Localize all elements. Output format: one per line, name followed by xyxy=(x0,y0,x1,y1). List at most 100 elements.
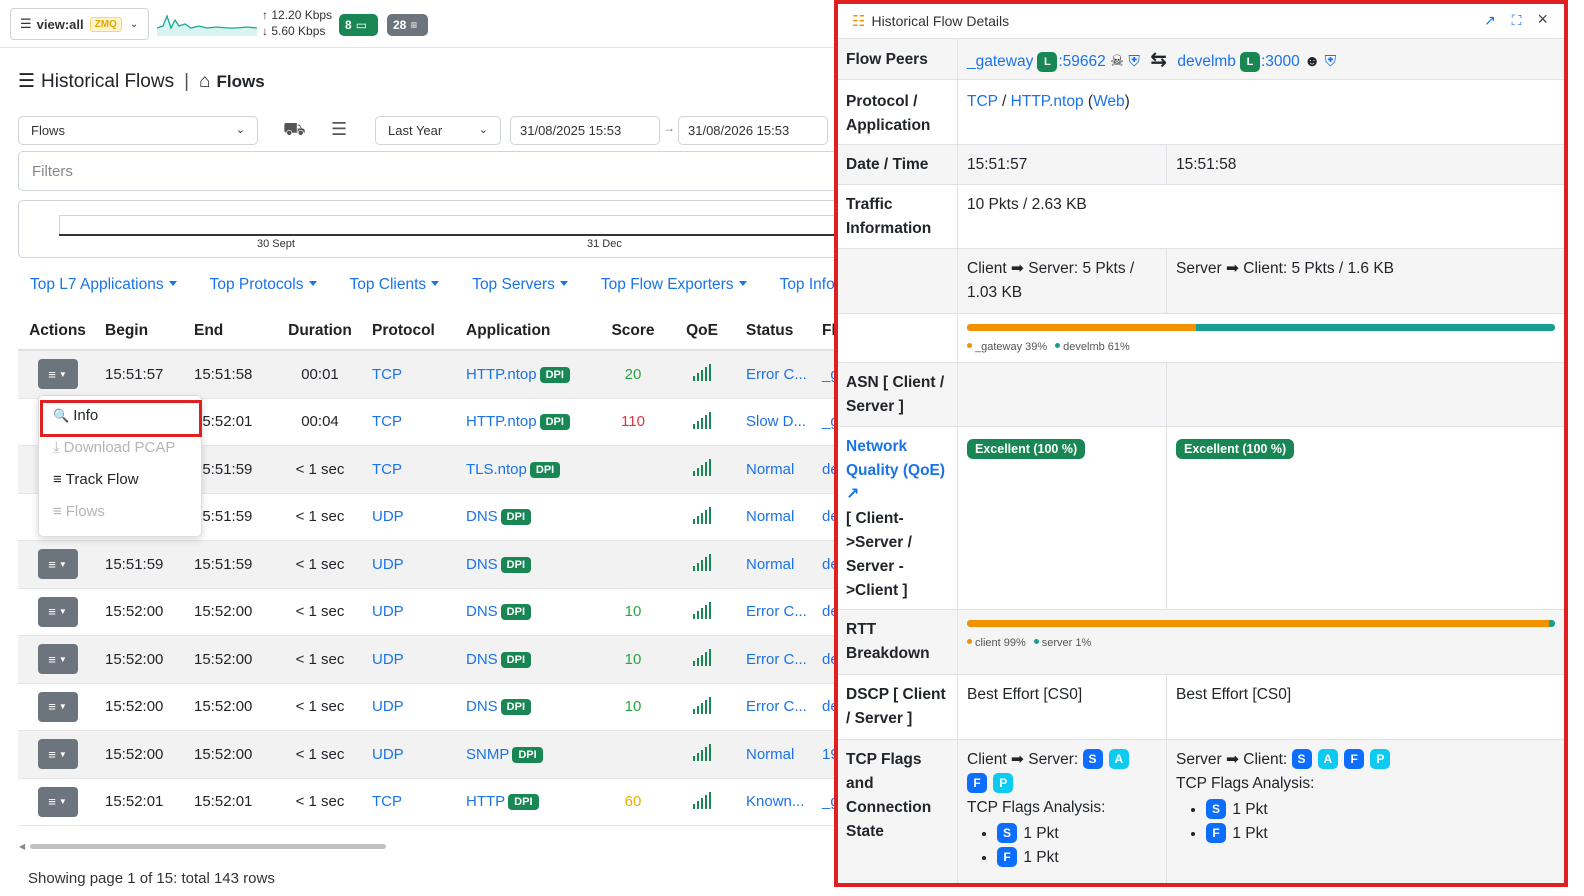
cell-protocol[interactable]: UDP xyxy=(364,651,458,668)
row-actions-button[interactable]: ≡▼ xyxy=(37,786,78,817)
row-actions-button[interactable]: ≡▼ xyxy=(37,739,78,770)
server-host-link[interactable]: develmb xyxy=(1177,53,1236,70)
date-to-input[interactable]: 31/08/2026 15:53 xyxy=(678,116,828,145)
application-link[interactable]: HTTP.ntop xyxy=(466,413,537,430)
cell-status[interactable]: Error C... xyxy=(738,603,818,620)
application-link[interactable]: HTTP.ntop xyxy=(466,366,537,383)
cell-status[interactable]: Error C... xyxy=(738,651,818,668)
row-actions-button[interactable]: ≡▼ xyxy=(37,644,78,675)
row-actions-button[interactable]: ≡▼ xyxy=(37,549,78,580)
close-icon[interactable]: × xyxy=(1537,10,1548,29)
row-actions-button[interactable]: ≡▼ xyxy=(37,596,78,627)
application-link[interactable]: TLS.ntop xyxy=(466,461,527,478)
caret-down-icon: ▼ xyxy=(58,654,67,664)
cell-protocol[interactable]: TCP xyxy=(364,366,458,383)
col-qoe[interactable]: QoE xyxy=(666,322,738,340)
dpi-badge: DPI xyxy=(500,556,532,573)
cell-status[interactable]: Normal xyxy=(738,556,818,573)
upload-speed: 12.20 Kbps xyxy=(271,8,333,22)
menu-item-flows[interactable]: ≡ Flows xyxy=(53,503,105,520)
external-link-icon[interactable]: ↗ xyxy=(846,483,949,507)
layers-icon[interactable]: ☰ xyxy=(331,119,347,140)
nav-top-clients[interactable]: Top Clients xyxy=(350,276,440,294)
hosts-badge[interactable]: 8 ▭ xyxy=(339,14,378,36)
cell-protocol[interactable]: TCP xyxy=(364,413,458,430)
flows-count: 28 xyxy=(393,18,407,32)
menu-item-download-pcap[interactable]: ⤓ Download PCAP xyxy=(53,439,175,456)
data-type-select[interactable]: Flows ⌄ xyxy=(18,116,258,145)
row-traffic-split: Client ➡ Server: 5 Pkts / 1.03 KB Server… xyxy=(838,249,1564,314)
menu-icon[interactable]: ☰ xyxy=(18,70,35,93)
application-link[interactable]: HTTP.ntop xyxy=(1011,93,1084,110)
scroll-left-icon[interactable]: ◀ xyxy=(19,842,25,851)
caret-down-icon: ▼ xyxy=(58,559,67,569)
col-begin[interactable]: Begin xyxy=(97,322,186,340)
menu-item-track-label: Track Flow xyxy=(65,471,139,488)
caret-down-icon: ▼ xyxy=(58,797,67,807)
application-link[interactable]: HTTP xyxy=(466,793,505,810)
menu-item-track-flow[interactable]: ≡ Track Flow xyxy=(53,471,139,488)
external-link-icon[interactable]: ↗ xyxy=(1484,12,1496,29)
cell-status[interactable]: Known... xyxy=(738,793,818,810)
application-link[interactable]: DNS xyxy=(466,698,498,715)
nav-top-protocols[interactable]: Top Protocols xyxy=(210,276,317,294)
application-link[interactable]: DNS xyxy=(466,603,498,620)
client-port-link[interactable]: :59662 xyxy=(1058,53,1105,70)
qoe-link[interactable]: Network Quality (QoE) xyxy=(846,438,945,479)
interface-selector[interactable]: ☰ view:all ZMQ ⌄ xyxy=(10,8,149,40)
cell-status[interactable]: Error C... xyxy=(738,366,818,383)
nav-top-l7-applications[interactable]: Top L7 Applications xyxy=(30,276,177,294)
cell-protocol[interactable]: UDP xyxy=(364,698,458,715)
application-link[interactable]: DNS xyxy=(466,651,498,668)
row-tcp-flags: TCP Flags and Connection State Client ➡ … xyxy=(838,740,1564,883)
filters-input[interactable]: Filters xyxy=(18,151,840,191)
cell-status[interactable]: Normal xyxy=(738,461,818,478)
traffic-sparkline xyxy=(157,14,257,36)
server-port-link[interactable]: :3000 xyxy=(1261,53,1300,70)
timeline-chart[interactable]: 30 Sept 31 Dec xyxy=(18,200,849,258)
col-application[interactable]: Application xyxy=(458,322,600,340)
cell-protocol[interactable]: UDP xyxy=(364,603,458,620)
category-link[interactable]: Web xyxy=(1093,93,1125,110)
application-link[interactable]: SNMP xyxy=(466,746,509,763)
application-link[interactable]: DNS xyxy=(466,508,498,525)
horizontal-scrollbar[interactable] xyxy=(30,844,386,849)
client-host-link[interactable]: _gateway xyxy=(967,53,1033,70)
arrow-up-icon: ↑ xyxy=(262,8,268,22)
list-icon: ≡ xyxy=(48,604,56,620)
row-asn: ASN [ Client / Server ] xyxy=(838,363,1564,427)
cell-status[interactable]: Slow D... xyxy=(738,413,818,430)
application-link[interactable]: DNS xyxy=(466,556,498,573)
cell-status[interactable]: Normal xyxy=(738,746,818,763)
cell-status[interactable]: Normal xyxy=(738,508,818,525)
cell-begin: 15:52:00 xyxy=(105,698,164,716)
period-select[interactable]: Last Year ⌄ xyxy=(375,116,501,145)
row-actions-button[interactable]: ≡▼ xyxy=(37,691,78,722)
signal-bars-icon xyxy=(693,458,711,477)
date-from-input[interactable]: 31/08/2025 15:53 xyxy=(510,116,660,145)
col-actions[interactable]: Actions xyxy=(18,322,97,340)
list-icon: ≡ xyxy=(48,699,56,715)
cell-protocol[interactable]: UDP xyxy=(364,746,458,763)
row-actions-button[interactable]: ≡▼ xyxy=(37,359,78,390)
cell-protocol[interactable]: TCP xyxy=(364,793,458,810)
col-end[interactable]: End xyxy=(186,322,276,340)
col-status[interactable]: Status xyxy=(738,322,818,340)
flows-badge[interactable]: 28 ≡ xyxy=(387,14,428,36)
dpi-badge: DPI xyxy=(539,414,570,431)
cell-protocol[interactable]: UDP xyxy=(364,508,458,525)
cell-qoe xyxy=(666,553,738,575)
nav-top-servers[interactable]: Top Servers xyxy=(472,276,568,294)
col-protocol[interactable]: Protocol xyxy=(364,322,458,340)
local-badge: L xyxy=(1037,52,1058,72)
nav-top-flow-exporters[interactable]: Top Flow Exporters xyxy=(601,276,747,294)
l4-protocol-link[interactable]: TCP xyxy=(967,93,998,110)
col-duration[interactable]: Duration xyxy=(276,322,364,340)
expand-icon[interactable]: ⛶ xyxy=(1512,12,1522,29)
truck-icon[interactable]: ⛟ xyxy=(283,119,306,143)
cell-status[interactable]: Error C... xyxy=(738,698,818,715)
cell-protocol[interactable]: UDP xyxy=(364,556,458,573)
dpi-badge: DPI xyxy=(500,604,532,621)
col-score[interactable]: Score xyxy=(600,322,666,340)
cell-protocol[interactable]: TCP xyxy=(364,461,458,478)
